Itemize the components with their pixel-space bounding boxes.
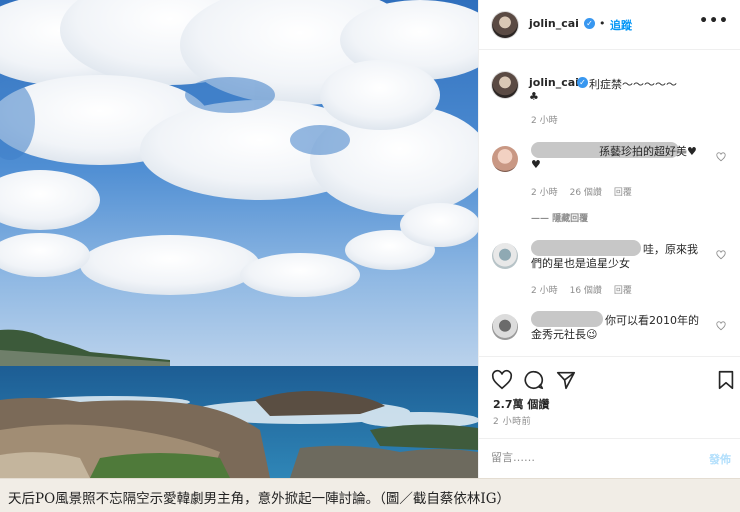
- comment-likes[interactable]: 26 個讚: [570, 188, 602, 198]
- like-comment-heart-icon[interactable]: [716, 250, 726, 260]
- likes-count[interactable]: 2.7萬 個讚: [493, 396, 549, 412]
- comment-input[interactable]: [491, 451, 691, 464]
- caption-avatar[interactable]: [492, 72, 518, 98]
- like-comment-heart-icon[interactable]: [716, 152, 726, 162]
- reply-button[interactable]: 回覆: [614, 188, 632, 198]
- comment-time[interactable]: 2 小時: [531, 188, 558, 198]
- commenter-avatar[interactable]: [492, 314, 518, 340]
- like-heart-icon[interactable]: [491, 369, 513, 391]
- save-bookmark-icon[interactable]: [715, 369, 737, 391]
- caption-strip-text: 天后PO風景照不忘隔空示愛韓劇男主角，意外掀起一陣討論。（圖／截自蔡依林IG）: [8, 491, 511, 507]
- verified-badge-icon: ✓: [584, 18, 595, 29]
- profile-avatar[interactable]: [492, 12, 518, 38]
- blurred-username: [531, 240, 641, 256]
- header-username[interactable]: jolin_cai: [529, 17, 579, 30]
- comment-bubble-icon[interactable]: [523, 369, 545, 391]
- caption-username[interactable]: jolin_cai: [529, 76, 579, 89]
- add-comment-bar: 發佈: [479, 438, 740, 478]
- verified-badge-icon: ✓: [577, 77, 588, 88]
- post-comment-button[interactable]: 發佈: [709, 451, 731, 467]
- post-photo[interactable]: [0, 0, 478, 478]
- comment-text: 孫藝珍拍的超好美♥: [599, 145, 697, 158]
- comment-text-line2: ♥: [531, 158, 541, 171]
- commenter-avatar[interactable]: [492, 243, 518, 269]
- post-timestamp[interactable]: 2 小時前: [493, 414, 531, 427]
- caption-text: 利症禁～～～～～: [589, 78, 677, 91]
- share-paper-plane-icon[interactable]: [555, 369, 577, 391]
- commenter-avatar[interactable]: [492, 146, 518, 172]
- reply-button[interactable]: 回覆: [614, 286, 632, 296]
- more-options-icon[interactable]: •••: [699, 13, 729, 29]
- follow-button[interactable]: 追蹤: [610, 17, 632, 33]
- seaside-sky-photo: [0, 0, 478, 478]
- like-comment-heart-icon[interactable]: [716, 321, 726, 331]
- post-side-panel: jolin_cai ✓ • 追蹤 ••• jolin_cai ✓ 利症禁～～～～…: [478, 0, 740, 478]
- comment-time[interactable]: 2 小時: [531, 286, 558, 296]
- comment-text: 你可以看2010年的: [605, 314, 699, 327]
- comment-meta: 2 小時 16 個讚 回覆: [531, 283, 644, 296]
- comment-likes[interactable]: 16 個讚: [570, 286, 602, 296]
- comment-text-line2: 們的星也是追星少女: [531, 257, 630, 270]
- separator-dot: •: [599, 17, 606, 30]
- caption-text-line2: ♣: [529, 90, 539, 103]
- article-image-caption: 天后PO風景照不忘隔空示愛韓劇男主角，意外掀起一陣討論。（圖／截自蔡依林IG）: [0, 478, 740, 512]
- comment-text-line2: 金秀元社長😉: [531, 328, 598, 341]
- blurred-username: [531, 311, 603, 327]
- hide-replies-link[interactable]: —— 隱藏回覆: [531, 211, 588, 224]
- caption-timestamp[interactable]: 2 小時: [531, 113, 558, 126]
- comment-meta: 2 小時 26 個讚 回覆: [531, 185, 644, 198]
- post-header: jolin_cai ✓ • 追蹤 •••: [479, 0, 740, 50]
- comment-text: 哇，原來我: [643, 243, 698, 256]
